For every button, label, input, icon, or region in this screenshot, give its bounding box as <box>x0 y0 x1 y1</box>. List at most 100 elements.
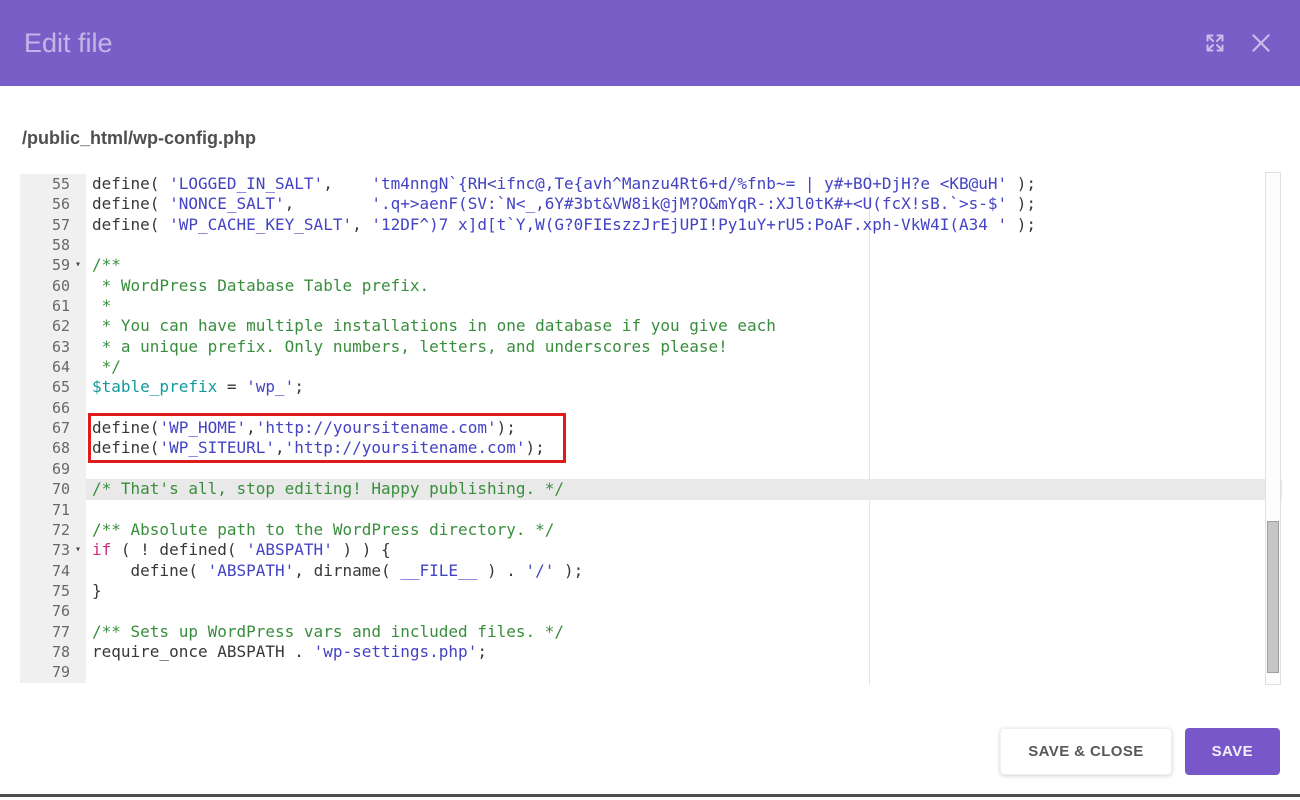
code-line[interactable]: 71 <box>20 500 1282 520</box>
line-number: 69 <box>20 459 70 479</box>
code-line[interactable]: 68define('WP_SITEURL','http://yoursitena… <box>20 438 1282 458</box>
line-number: 74 <box>20 561 70 581</box>
code-text: * a unique prefix. Only numbers, letters… <box>86 337 1282 357</box>
fold-spacer <box>70 398 86 418</box>
line-number: 56 <box>20 194 70 214</box>
line-number-gutter: 67 <box>20 418 86 438</box>
code-line[interactable]: 57 define( 'WP_CACHE_KEY_SALT', '12DF^)7 … <box>20 215 1282 235</box>
dialog-footer: SAVE & CLOSE SAVE <box>1000 728 1280 775</box>
code-line[interactable]: 55define( 'LOGGED_IN_SALT', 'tm4nngN`{RH… <box>20 174 1282 194</box>
code-line[interactable]: 74 define( 'ABSPATH', dirname( __FILE__ … <box>20 561 1282 581</box>
fold-spacer <box>70 337 86 357</box>
line-number: 57 <box>20 215 70 235</box>
line-number-gutter: 71 <box>20 500 86 520</box>
code-text: */ <box>86 357 1282 377</box>
line-number-gutter: 62 <box>20 316 86 336</box>
fold-spacer <box>70 601 86 621</box>
code-text: /** Sets up WordPress vars and included … <box>86 622 1282 642</box>
line-number-gutter: 70 <box>20 479 86 499</box>
edit-file-dialog: Edit file /public_html/wp-config.php 55d… <box>0 0 1300 800</box>
code-line[interactable]: 67define('WP_HOME','http://yoursitename.… <box>20 418 1282 438</box>
line-number-gutter: 79 <box>20 662 86 682</box>
fold-spacer <box>70 561 86 581</box>
fold-spacer <box>70 215 86 235</box>
window-bottom-edge <box>0 794 1300 797</box>
line-number: 68 <box>20 438 70 458</box>
scrollbar-thumb[interactable] <box>1267 521 1279 673</box>
code-editor[interactable]: 55define( 'LOGGED_IN_SALT', 'tm4nngN`{RH… <box>20 172 1282 686</box>
code-line[interactable]: 56 define( 'NONCE_SALT', '.q+>aenF(SV:`N<… <box>20 194 1282 214</box>
code-text: if ( ! defined( 'ABSPATH' ) ) { <box>86 540 1282 560</box>
save-button[interactable]: SAVE <box>1185 728 1280 775</box>
line-number-gutter: 77 <box>20 622 86 642</box>
fold-spacer <box>70 296 86 316</box>
code-text <box>86 601 1282 621</box>
line-number: 58 <box>20 235 70 255</box>
line-number-gutter: 73▾ <box>20 540 86 560</box>
code-text: /** Absolute path to the WordPress direc… <box>86 520 1282 540</box>
code-line[interactable]: 66 <box>20 398 1282 418</box>
code-text <box>86 459 1282 479</box>
line-number-gutter: 60 <box>20 276 86 296</box>
code-line[interactable]: 62 * You can have multiple installations… <box>20 316 1282 336</box>
fold-arrow-icon[interactable]: ▾ <box>70 540 86 560</box>
code-lines: 55define( 'LOGGED_IN_SALT', 'tm4nngN`{RH… <box>20 172 1282 683</box>
code-text <box>86 662 1282 682</box>
fold-spacer <box>70 642 86 662</box>
line-number: 75 <box>20 581 70 601</box>
fold-spacer <box>70 500 86 520</box>
line-number-gutter: 58 <box>20 235 86 255</box>
code-line[interactable]: 63 * a unique prefix. Only numbers, lett… <box>20 337 1282 357</box>
editor-scrollbar[interactable] <box>1265 172 1281 685</box>
dialog-header-actions <box>1200 28 1276 58</box>
code-line[interactable]: 73▾if ( ! defined( 'ABSPATH' ) ) { <box>20 540 1282 560</box>
code-line[interactable]: 64 */ <box>20 357 1282 377</box>
line-number: 62 <box>20 316 70 336</box>
line-number-gutter: 64 <box>20 357 86 377</box>
fold-arrow-icon[interactable]: ▾ <box>70 255 86 275</box>
code-line[interactable]: 61 * <box>20 296 1282 316</box>
code-line[interactable]: 72 /** Absolute path to the WordPress dir… <box>20 520 1282 540</box>
code-text: define('WP_HOME','http://yoursitename.co… <box>86 418 1282 438</box>
line-number: 79 <box>20 662 70 682</box>
code-line[interactable]: 60 * WordPress Database Table prefix. <box>20 276 1282 296</box>
fold-spacer <box>70 316 86 336</box>
save-and-close-button[interactable]: SAVE & CLOSE <box>1000 728 1171 775</box>
code-line[interactable]: 78require_once ABSPATH . 'wp-settings.ph… <box>20 642 1282 662</box>
code-line[interactable]: 65 $table_prefix = 'wp_'; <box>20 377 1282 397</box>
code-text <box>86 500 1282 520</box>
line-number-gutter: 72 <box>20 520 86 540</box>
code-line[interactable]: 58 <box>20 235 1282 255</box>
line-number: 72 <box>20 520 70 540</box>
code-line[interactable]: 76 <box>20 601 1282 621</box>
close-icon[interactable] <box>1246 28 1276 58</box>
line-number-gutter: 57 <box>20 215 86 235</box>
code-text: define( 'NONCE_SALT', '.q+>aenF(SV:`N<_,… <box>86 194 1282 214</box>
line-number: 64 <box>20 357 70 377</box>
fold-spacer <box>70 662 86 682</box>
fold-spacer <box>70 377 86 397</box>
code-line[interactable]: 75} <box>20 581 1282 601</box>
code-line[interactable]: 59▾/** <box>20 255 1282 275</box>
line-number: 77 <box>20 622 70 642</box>
code-text <box>86 398 1282 418</box>
code-line[interactable]: 79 <box>20 662 1282 682</box>
code-line[interactable]: 70/* That's all, stop editing! Happy pub… <box>20 479 1282 499</box>
code-line[interactable]: 77 /** Sets up WordPress vars and include… <box>20 622 1282 642</box>
code-line[interactable]: 69 <box>20 459 1282 479</box>
code-text: define( 'WP_CACHE_KEY_SALT', '12DF^)7 x]… <box>86 215 1282 235</box>
code-text: /** <box>86 255 1282 275</box>
line-number: 76 <box>20 601 70 621</box>
code-text: * WordPress Database Table prefix. <box>86 276 1282 296</box>
code-text: $table_prefix = 'wp_'; <box>86 377 1282 397</box>
expand-icon[interactable] <box>1200 28 1230 58</box>
code-text: require_once ABSPATH . 'wp-settings.php'… <box>86 642 1282 662</box>
fold-spacer <box>70 357 86 377</box>
line-number: 65 <box>20 377 70 397</box>
line-number-gutter: 65 <box>20 377 86 397</box>
line-number-gutter: 55 <box>20 174 86 194</box>
line-number: 59 <box>20 255 70 275</box>
fold-spacer <box>70 520 86 540</box>
fold-spacer <box>70 622 86 642</box>
line-number: 73 <box>20 540 70 560</box>
